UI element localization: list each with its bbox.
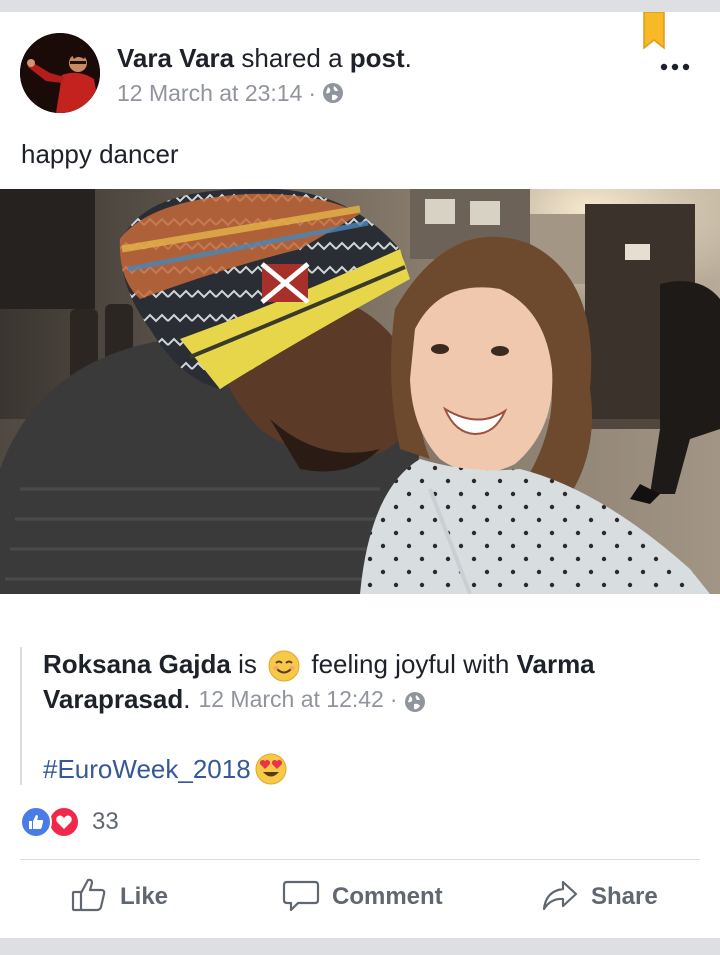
header-period: .	[404, 43, 412, 73]
reactions-count: 33	[92, 808, 119, 835]
comment-icon	[282, 876, 320, 919]
shared-post-text: #EuroWeek_2018	[43, 752, 291, 786]
more-options-icon[interactable]	[658, 59, 694, 75]
share-icon	[541, 876, 579, 919]
shared-post-header: Roksana Gajda is feeling joyful with Var…	[43, 647, 595, 682]
action-text: shared a	[241, 43, 343, 73]
feeling-text: feeling joyful with	[311, 649, 510, 679]
shared-timestamp[interactable]: 12 March at 12:42	[198, 682, 383, 716]
heart-eyes-emoji	[255, 753, 287, 785]
top-separator	[0, 0, 720, 12]
post-card: Vara Vara shared a post. 12 March at 23:…	[0, 11, 720, 938]
author-avatar[interactable]	[20, 33, 100, 113]
smiling-face-emoji	[268, 650, 300, 682]
comment-button[interactable]: Comment	[282, 874, 443, 920]
reactions-summary[interactable]: 33	[20, 806, 119, 838]
post-link[interactable]: post	[350, 43, 405, 73]
shared-meta: 12 March at 12:42 ·	[198, 682, 425, 716]
tagged-name-first[interactable]: Varma	[517, 649, 595, 679]
shared-is-text: is	[238, 649, 257, 679]
bottom-separator	[0, 938, 720, 955]
like-label: Like	[120, 883, 169, 910]
globe-icon	[404, 688, 426, 712]
shared-author-name[interactable]: Roksana Gajda	[43, 649, 231, 679]
meta-separator: ·	[308, 80, 317, 106]
post-meta: 12 March at 23:14 ·	[117, 79, 344, 107]
post-header: Vara Vara shared a post.	[117, 42, 412, 74]
post-caption: happy dancer	[21, 139, 179, 169]
love-reaction-icon	[48, 806, 80, 838]
thumbs-up-icon	[70, 876, 108, 919]
share-button[interactable]: Share	[541, 874, 658, 920]
like-button[interactable]: Like	[70, 874, 168, 920]
share-label: Share	[591, 883, 658, 910]
post-photo[interactable]	[0, 189, 720, 594]
post-timestamp[interactable]: 12 March at 23:14	[117, 79, 302, 107]
shared-post[interactable]: Roksana Gajda is feeling joyful with Var…	[20, 647, 700, 785]
globe-icon	[322, 82, 344, 104]
like-reaction-icon	[20, 806, 52, 838]
author-name[interactable]: Vara Vara	[117, 43, 234, 73]
shared-meta-separator: ·	[389, 686, 398, 712]
post-actions-bar: Like Comment Share	[0, 874, 720, 920]
actions-divider	[20, 859, 700, 860]
hashtag-link[interactable]: #EuroWeek_2018	[43, 752, 251, 786]
bookmark-icon[interactable]	[643, 11, 665, 50]
shared-period: .	[183, 684, 191, 714]
shared-post-line2: Varaprasad. 12 March at 12:42 ·	[43, 682, 426, 716]
tagged-name-last[interactable]: Varaprasad	[43, 682, 183, 716]
comment-label: Comment	[332, 883, 443, 910]
